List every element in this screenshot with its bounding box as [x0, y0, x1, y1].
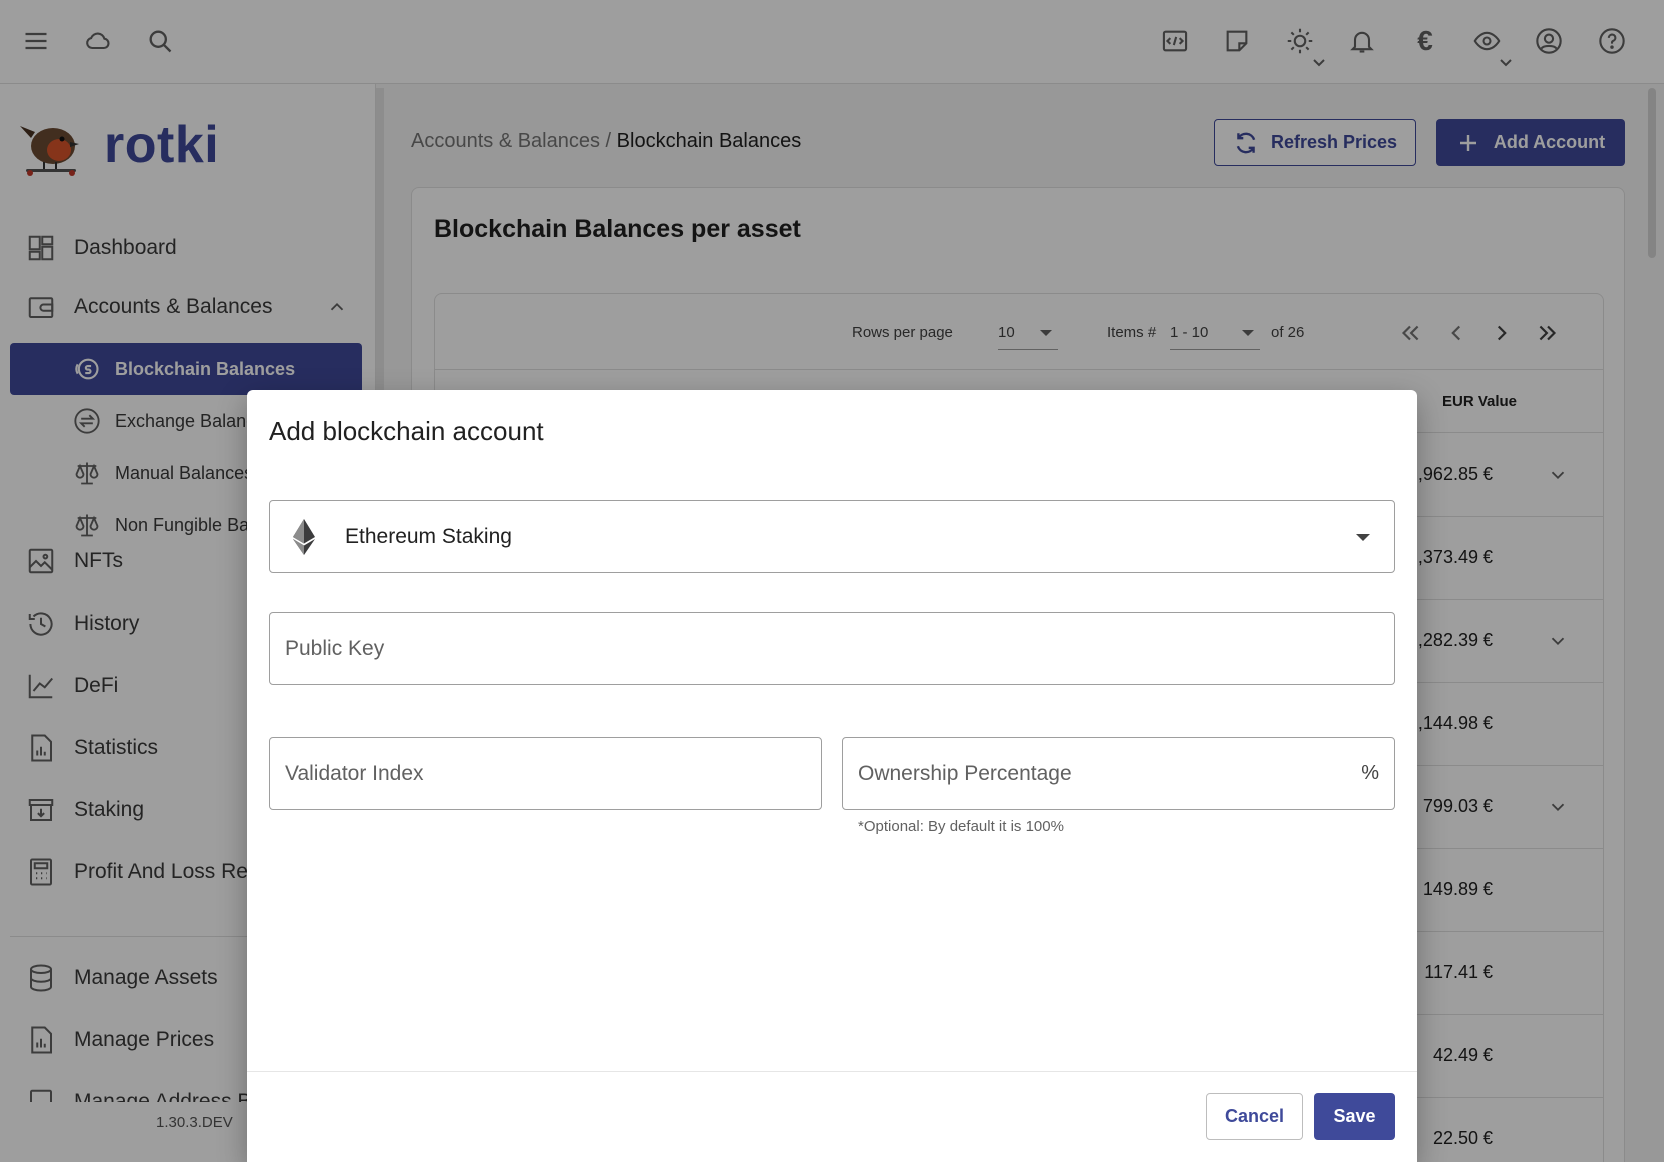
validator-index-input[interactable]: Validator Index: [269, 737, 822, 810]
chain-select-value: Ethereum Staking: [345, 525, 512, 548]
percent-suffix: %: [1361, 762, 1379, 784]
dialog-title: Add blockchain account: [269, 416, 544, 446]
ownership-percentage-placeholder: Ownership Percentage: [858, 762, 1072, 785]
cancel-button[interactable]: Cancel: [1206, 1093, 1303, 1140]
ownership-hint: *Optional: By default it is 100%: [858, 818, 1064, 835]
add-blockchain-account-dialog: Add blockchain account Ethereum Staking …: [247, 390, 1417, 1162]
save-button[interactable]: Save: [1314, 1093, 1395, 1140]
public-key-placeholder: Public Key: [285, 637, 385, 660]
caret-down-icon: [1356, 534, 1370, 541]
public-key-input[interactable]: Public Key: [269, 612, 1395, 685]
dialog-footer-divider: [247, 1071, 1417, 1072]
validator-index-placeholder: Validator Index: [285, 762, 424, 785]
chain-select[interactable]: Ethereum Staking: [269, 500, 1395, 573]
ethereum-icon: [293, 519, 315, 555]
ownership-percentage-input[interactable]: Ownership Percentage %: [842, 737, 1395, 810]
